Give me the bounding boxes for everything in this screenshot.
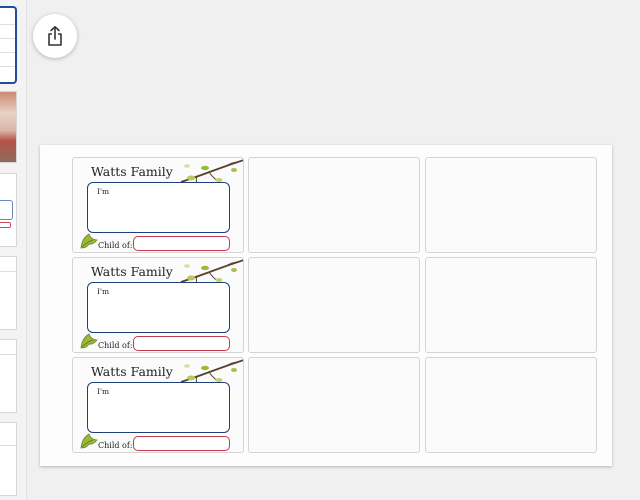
leaf-icon: [80, 333, 98, 349]
page-thumbnail-3[interactable]: [0, 173, 17, 247]
empty-label-card[interactable]: [248, 157, 420, 253]
family-label-card[interactable]: Watts Family I'm Child of:: [72, 157, 244, 253]
empty-label-card[interactable]: [425, 157, 597, 253]
name-prefix-label: I'm: [97, 187, 110, 196]
label-sheet-page: Watts Family I'm Child of: Watts Family …: [40, 145, 612, 466]
page-thumbnail-5[interactable]: [0, 339, 17, 413]
empty-label-card[interactable]: [425, 357, 597, 453]
share-icon: [48, 26, 62, 46]
family-title: Watts Family: [91, 264, 173, 279]
page-thumbnail-4[interactable]: [0, 256, 17, 330]
thumbnail-photo-preview: [0, 92, 16, 162]
empty-label-card[interactable]: [425, 257, 597, 353]
leaf-icon: [80, 433, 98, 449]
family-label-card[interactable]: Watts Family I'm Child of:: [72, 257, 244, 353]
page-thumbnail-strip: [0, 0, 27, 500]
name-field[interactable]: I'm: [87, 382, 230, 433]
name-prefix-label: I'm: [97, 287, 110, 296]
family-title: Watts Family: [91, 164, 173, 179]
page-thumbnail-2[interactable]: [0, 91, 17, 163]
child-of-label: Child of:: [98, 341, 133, 350]
empty-label-card[interactable]: [248, 257, 420, 353]
child-of-label: Child of:: [98, 241, 133, 250]
page-thumbnail-6[interactable]: [0, 422, 17, 496]
share-button[interactable]: [33, 14, 77, 58]
parent-name-field[interactable]: [133, 436, 230, 451]
family-title: Watts Family: [91, 364, 173, 379]
parent-name-field[interactable]: [133, 336, 230, 351]
name-field[interactable]: I'm: [87, 282, 230, 333]
name-field[interactable]: I'm: [87, 182, 230, 233]
child-of-label: Child of:: [98, 441, 133, 450]
parent-name-field[interactable]: [133, 236, 230, 251]
page-thumbnail-1[interactable]: [0, 6, 17, 84]
leaf-icon: [80, 233, 98, 249]
empty-label-card[interactable]: [248, 357, 420, 453]
name-prefix-label: I'm: [97, 387, 110, 396]
family-label-card[interactable]: Watts Family I'm Child of:: [72, 357, 244, 453]
